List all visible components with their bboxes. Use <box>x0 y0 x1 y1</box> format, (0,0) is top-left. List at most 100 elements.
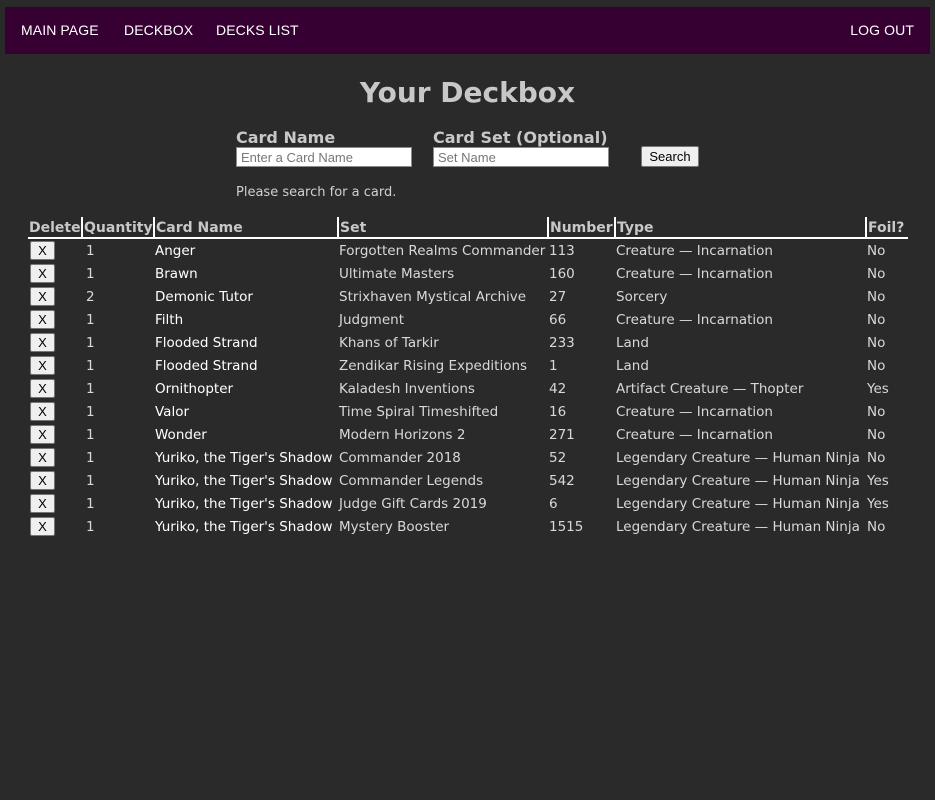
type-cell: Creature — Incarnation <box>616 265 773 282</box>
delete-button[interactable]: X <box>30 425 55 444</box>
type-cell: Creature — Incarnation <box>616 403 773 420</box>
set-cell: Kaladesh Inventions <box>339 380 475 397</box>
delete-button[interactable]: X <box>30 494 55 513</box>
table-row: X 1 Filth Judgment 66 Creature — Incarnation N… <box>28 308 908 331</box>
delete-button[interactable]: X <box>30 517 55 536</box>
delete-button[interactable]: X <box>30 471 55 490</box>
delete-button[interactable]: X <box>30 287 55 306</box>
delete-button[interactable]: X <box>30 241 55 260</box>
quantity-cell: 1 <box>86 334 95 351</box>
delete-button[interactable]: X <box>30 264 55 283</box>
card-name-cell: Yuriko, the Tiger's Shadow <box>155 495 333 512</box>
search-button[interactable]: Search <box>641 146 699 167</box>
card-name-cell: Wonder <box>155 426 207 443</box>
nav-main-page-link[interactable]: MAIN PAGE <box>21 22 99 38</box>
deckbox-table: Delete Quantity Card Name Set Number Typ… <box>28 217 908 538</box>
header-set: Set <box>337 217 548 239</box>
foil-cell: Yes <box>867 472 889 489</box>
delete-button[interactable]: X <box>30 310 55 329</box>
card-name-cell: Demonic Tutor <box>155 288 253 305</box>
nav-deckbox-link[interactable]: DECKBOX <box>124 22 193 38</box>
foil-cell: Yes <box>867 495 889 512</box>
card-name-input[interactable] <box>236 147 412 167</box>
header-delete: Delete <box>28 217 82 239</box>
number-cell: 233 <box>549 334 575 351</box>
foil-cell: No <box>867 518 886 535</box>
header-quantity: Quantity <box>81 217 154 239</box>
delete-button[interactable]: X <box>30 379 55 398</box>
set-cell: Commander Legends <box>339 472 484 489</box>
table-body: X 1 Anger Forgotten Realms Commander 113 Crea… <box>28 238 908 538</box>
table-row: X 1 Yuriko, the Tiger's Shadow Judge Gift C… <box>28 492 908 515</box>
quantity-cell: 1 <box>86 380 95 397</box>
type-cell: Sorcery <box>616 288 668 305</box>
foil-cell: No <box>867 265 886 282</box>
quantity-cell: 2 <box>86 288 95 305</box>
number-cell: 1515 <box>549 518 584 535</box>
delete-cell: X <box>28 285 82 308</box>
table-row: X 1 Brawn Ultimate Masters 160 Creature — Inc… <box>28 262 908 285</box>
number-cell: 160 <box>549 265 575 282</box>
number-cell: 271 <box>549 426 575 443</box>
number-cell: 16 <box>549 403 567 420</box>
set-cell: Modern Horizons 2 <box>339 426 466 443</box>
number-cell: 113 <box>549 242 575 259</box>
type-cell: Creature — Incarnation <box>616 242 773 259</box>
delete-cell: X <box>28 515 82 538</box>
delete-cell: X <box>28 492 82 515</box>
delete-cell: X <box>28 469 82 492</box>
quantity-cell: 1 <box>86 449 95 466</box>
delete-button[interactable]: X <box>30 402 55 421</box>
card-name-cell: Yuriko, the Tiger's Shadow <box>155 449 333 466</box>
table-row: X 1 Anger Forgotten Realms Commander 113 Crea… <box>28 238 908 262</box>
delete-cell: X <box>28 354 82 377</box>
delete-cell: X <box>28 238 82 262</box>
foil-cell: No <box>867 242 886 259</box>
table-row: X 1 Flooded Strand Khans of Tarkir 233 Land No <box>28 331 908 354</box>
quantity-cell: 1 <box>86 242 95 259</box>
type-cell: Legendary Creature — Human Ninja <box>616 449 860 466</box>
set-cell: Khans of Tarkir <box>339 334 439 351</box>
card-name-cell: Yuriko, the Tiger's Shadow <box>155 472 333 489</box>
header-type: Type <box>614 217 866 239</box>
card-set-label: Card Set (Optional) <box>433 128 608 147</box>
page-title: Your Deckbox <box>359 76 576 109</box>
number-cell: 42 <box>549 380 567 397</box>
delete-button[interactable]: X <box>30 448 55 467</box>
number-cell: 66 <box>549 311 567 328</box>
type-cell: Legendary Creature — Human Ninja <box>616 472 860 489</box>
nav-decks-list-link[interactable]: DECKS LIST <box>216 22 299 38</box>
search-hint-text: Please search for a card. <box>236 185 397 200</box>
foil-cell: No <box>867 403 886 420</box>
foil-cell: No <box>867 357 886 374</box>
card-name-cell: Brawn <box>155 265 198 282</box>
set-cell: Mystery Booster <box>339 518 450 535</box>
foil-cell: No <box>867 449 886 466</box>
delete-cell: X <box>28 423 82 446</box>
delete-button[interactable]: X <box>30 356 55 375</box>
quantity-cell: 1 <box>86 311 95 328</box>
type-cell: Land <box>616 357 649 374</box>
header-card-name: Card Name <box>153 217 338 239</box>
type-cell: Creature — Incarnation <box>616 426 773 443</box>
table-header-row: Delete Quantity Card Name Set Number Typ… <box>28 217 908 239</box>
set-cell: Forgotten Realms Commander <box>339 242 546 259</box>
card-name-cell: Flooded Strand <box>155 357 258 374</box>
card-set-input[interactable] <box>433 147 609 167</box>
top-navbar: MAIN PAGE DECKBOX DECKS LIST LOG OUT <box>5 7 930 54</box>
foil-cell: Yes <box>867 380 889 397</box>
card-name-cell: Filth <box>155 311 184 328</box>
type-cell: Land <box>616 334 649 351</box>
quantity-cell: 1 <box>86 495 95 512</box>
number-cell: 1 <box>549 357 558 374</box>
card-name-cell: Valor <box>155 403 190 420</box>
type-cell: Legendary Creature — Human Ninja <box>616 518 860 535</box>
nav-log-out-link[interactable]: LOG OUT <box>850 22 914 38</box>
header-number: Number <box>547 217 615 239</box>
type-cell: Artifact Creature — Thopter <box>616 380 804 397</box>
foil-cell: No <box>867 288 886 305</box>
delete-button[interactable]: X <box>30 333 55 352</box>
delete-cell: X <box>28 331 82 354</box>
number-cell: 52 <box>549 449 567 466</box>
header-foil: Foil? <box>865 217 908 239</box>
